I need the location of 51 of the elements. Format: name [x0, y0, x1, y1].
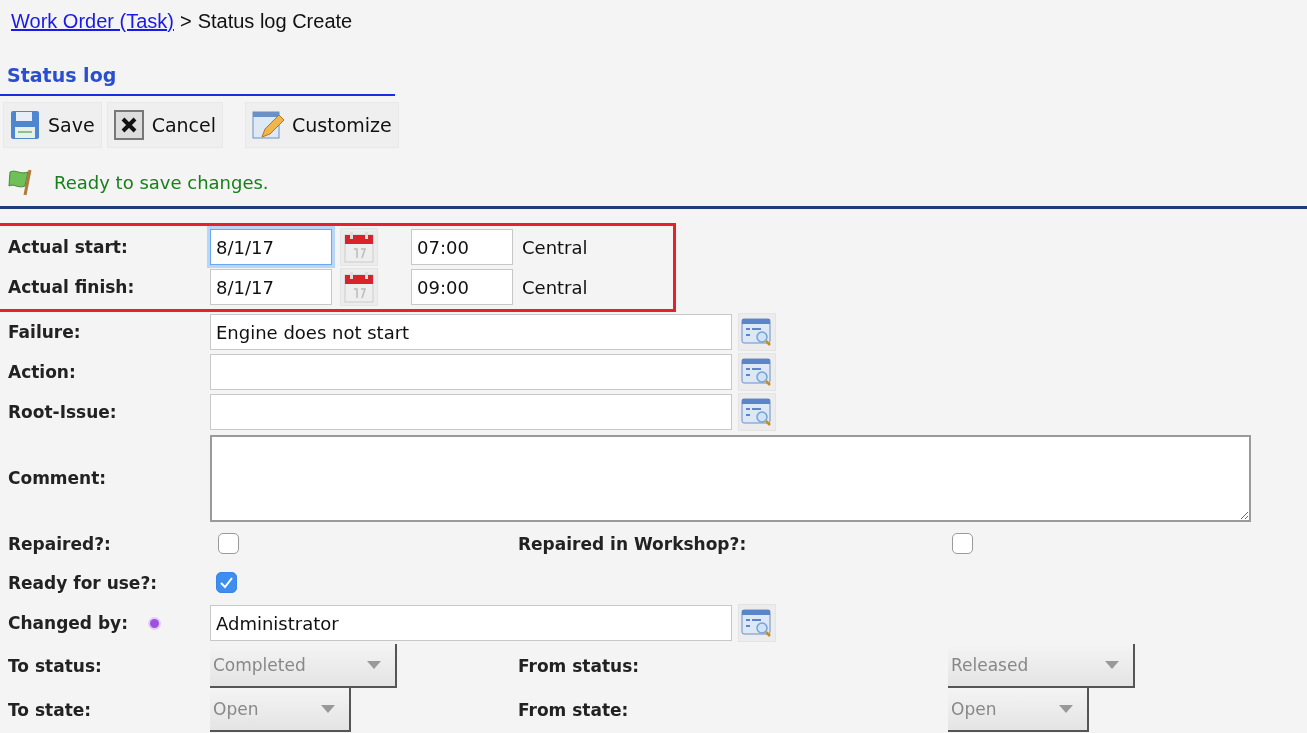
lookup-form-icon	[741, 317, 773, 347]
field-label: Actual finish:	[7, 277, 136, 297]
timezone-label: Central	[522, 276, 588, 298]
date-field[interactable]: 8/1/17	[210, 269, 332, 305]
lookup-button[interactable]	[738, 604, 776, 642]
field-label: To state:	[7, 700, 93, 720]
comment-field[interactable]	[210, 434, 1251, 522]
date-field[interactable]: 8/1/17	[210, 229, 332, 265]
lookup-field[interactable]	[210, 354, 732, 390]
timezone-label: Central	[522, 236, 588, 258]
caret-icon	[1105, 661, 1119, 669]
toolbar-button[interactable]: Save	[3, 102, 102, 148]
time-field[interactable]: 09:00	[411, 269, 513, 305]
field-label: Changed by:	[7, 613, 129, 633]
field-label: Repaired in Workshop?:	[518, 533, 748, 554]
lookup-field[interactable]	[210, 394, 732, 430]
lookup-button[interactable]	[738, 393, 776, 431]
time-field[interactable]: 07:00	[411, 229, 513, 265]
field-label: Actual start:	[7, 237, 129, 257]
field-label: From status:	[518, 656, 641, 676]
caret-icon	[321, 705, 335, 713]
toolbar-button[interactable]: Customize	[245, 102, 399, 148]
field-label: To status:	[7, 656, 103, 676]
checkbox[interactable]	[218, 533, 239, 554]
breadcrumb-link[interactable]: Work Order (Task)	[11, 10, 174, 33]
breadcrumb-separator: >	[180, 10, 192, 33]
caret-icon	[1059, 705, 1073, 713]
lookup-button[interactable]	[738, 313, 776, 351]
toolbar-button[interactable]: Cancel	[106, 102, 223, 148]
field-label: Failure:	[7, 322, 82, 342]
breadcrumb-current: Status log Create	[197, 10, 353, 33]
lookup-form-icon	[741, 608, 773, 638]
user-field[interactable]: Administrator	[210, 605, 732, 641]
field-label: Ready for use?:	[7, 572, 159, 593]
close-icon	[113, 110, 144, 140]
section-title: Status log	[0, 60, 395, 96]
field-label: Root-Issue:	[7, 402, 118, 422]
lookup-button[interactable]	[738, 353, 776, 391]
form-pencil-icon	[252, 109, 284, 141]
lookup-form-icon	[741, 357, 773, 387]
checkbox[interactable]	[216, 572, 237, 593]
field-label: Action:	[7, 362, 77, 382]
field-label: From state:	[518, 700, 630, 720]
checkmark-icon	[220, 576, 233, 589]
caret-icon	[367, 661, 381, 669]
field-label: Comment:	[7, 468, 108, 488]
checkbox[interactable]	[952, 533, 973, 554]
lookup-field[interactable]: Engine does not start	[210, 314, 732, 350]
field-label: Repaired?:	[7, 533, 112, 554]
status-message: Ready to save changes.	[54, 171, 269, 193]
lookup-form-icon	[741, 397, 773, 427]
